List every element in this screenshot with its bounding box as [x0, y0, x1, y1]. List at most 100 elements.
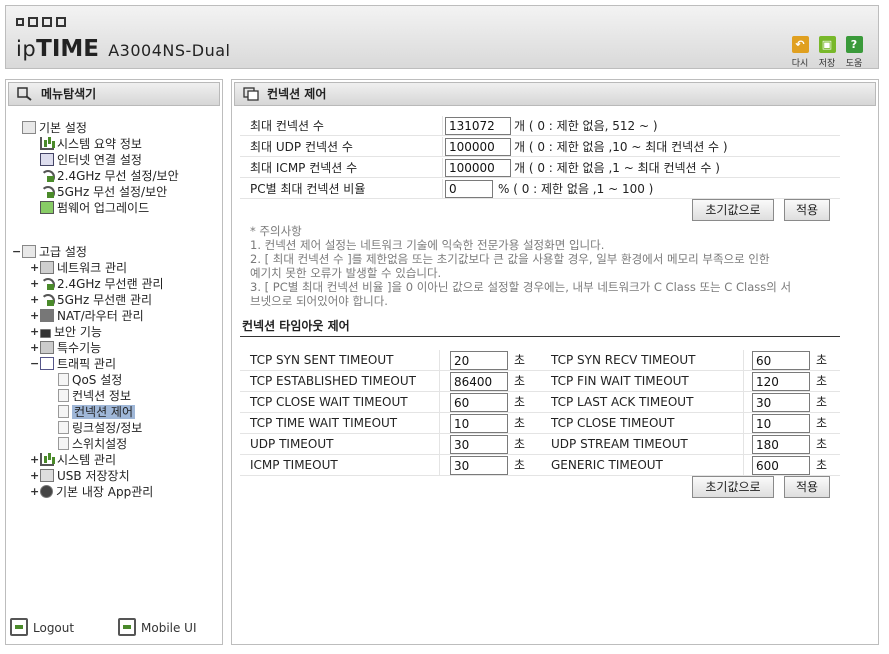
- save-icon: ▣: [818, 36, 836, 53]
- help-button[interactable]: ? 도움: [842, 36, 866, 69]
- sidebar-item-conn-control[interactable]: 컨넥션 제어: [58, 404, 136, 420]
- redo-icon: ↶: [791, 36, 809, 53]
- sidebar-item-network[interactable]: + 네트워크 관리: [30, 260, 127, 276]
- timeout-label: GENERIC TIMEOUT: [551, 458, 663, 472]
- tcp-syn-sent-input[interactable]: [450, 351, 508, 370]
- sidebar-item-system-summary[interactable]: 시스템 요약 정보: [40, 136, 142, 152]
- timeout-label: ICMP TIMEOUT: [250, 458, 338, 472]
- expand-icon[interactable]: +: [30, 260, 40, 276]
- sidebar-item-qos[interactable]: QoS 설정: [58, 372, 122, 388]
- unit-label: 초: [816, 395, 828, 409]
- computer-icon: [40, 153, 54, 166]
- logout-button[interactable]: Logout: [10, 618, 74, 638]
- usb-icon: [40, 469, 54, 482]
- timeout-row: TCP ESTABLISHED TIMEOUT 초 TCP FIN WAIT T…: [240, 371, 840, 392]
- udp-stream-input[interactable]: [752, 435, 810, 454]
- note-line: 3. [ PC별 최대 컨넥션 비율 ]을 0 이아닌 값으로 설정할 경우에는…: [250, 280, 792, 294]
- timeout-label: TCP CLOSE TIMEOUT: [551, 416, 675, 430]
- tcp-established-input[interactable]: [450, 372, 508, 391]
- timeout-label: TCP ESTABLISHED TIMEOUT: [250, 374, 416, 388]
- logo-mark: [16, 16, 76, 28]
- expand-icon[interactable]: +: [30, 292, 40, 308]
- tcp-last-ack-input[interactable]: [752, 393, 810, 412]
- sidebar-item-security[interactable]: + 보안 기능: [30, 324, 102, 340]
- limit-row: 최대 컨넥션 수 개 ( 0 : 제한 없음, 512 ~ ): [240, 116, 840, 136]
- save-button[interactable]: ▣ 저장: [815, 36, 839, 69]
- max-udp-connections-input[interactable]: [445, 138, 511, 156]
- limit-row: 최대 UDP 컨넥션 수 개 ( 0 : 제한 없음 ,10 ~ 최대 컨넥션 …: [240, 137, 840, 157]
- timeout-reset-button[interactable]: 초기값으로: [692, 476, 774, 498]
- sidebar-item-special[interactable]: + 특수기능: [30, 340, 101, 356]
- expand-icon[interactable]: +: [30, 468, 40, 484]
- wifi-icon: [40, 277, 55, 292]
- note-line: 예기치 못한 오류가 발생할 수 있습니다.: [250, 266, 442, 280]
- expand-icon[interactable]: +: [30, 452, 40, 468]
- timeout-label: TCP CLOSE WAIT TIMEOUT: [250, 395, 408, 409]
- unit-label: 초: [514, 374, 526, 388]
- traffic-icon: [40, 357, 54, 370]
- expand-icon[interactable]: +: [30, 308, 40, 324]
- timeout-row: TCP TIME WAIT TIMEOUT 초 TCP CLOSE TIMEOU…: [240, 413, 840, 434]
- udp-timeout-input[interactable]: [450, 435, 508, 454]
- page-icon: [58, 389, 69, 402]
- limit-row: PC별 최대 컨넥션 비율 % ( 0 : 제한 없음 ,1 ~ 100 ): [240, 179, 840, 199]
- collapse-icon[interactable]: −: [12, 244, 22, 260]
- timeout-label: UDP STREAM TIMEOUT: [551, 437, 688, 451]
- sidebar-item-wifi-5[interactable]: 5GHz 무선 설정/보안: [40, 184, 167, 200]
- sidebar-item-wlan-5[interactable]: +5GHz 무선랜 관리: [30, 292, 152, 308]
- note-line: 브넷으로 되어있어야 합니다.: [250, 294, 388, 308]
- sidebar-item-system[interactable]: + 시스템 관리: [30, 452, 116, 468]
- sidebar-item-traffic[interactable]: − 트래픽 관리: [30, 356, 116, 372]
- expand-icon[interactable]: +: [30, 484, 40, 500]
- generic-timeout-input[interactable]: [752, 456, 810, 475]
- timeout-section-title: 컨넥션 타임아웃 제어: [240, 317, 840, 337]
- magnifier-icon: [17, 87, 32, 101]
- tree-group-advanced[interactable]: − 고급 설정: [12, 244, 87, 260]
- window-icon: [243, 87, 259, 101]
- sidebar-item-conn-info[interactable]: 컨넥션 정보: [58, 388, 131, 404]
- sidebar-item-apps[interactable]: + 기본 내장 App관리: [30, 484, 153, 500]
- tcp-fin-wait-input[interactable]: [752, 372, 810, 391]
- sidebar-item-switch[interactable]: 스위치설정: [58, 436, 127, 452]
- collapse-icon[interactable]: −: [30, 356, 40, 372]
- expand-icon[interactable]: +: [30, 340, 40, 356]
- sidebar-item-wifi-24[interactable]: 2.4GHz 무선 설정/보안: [40, 168, 179, 184]
- unit-label: 초: [514, 458, 526, 472]
- chart-icon: [40, 137, 54, 150]
- apply-button[interactable]: 적용: [784, 199, 830, 221]
- tree-group-basic[interactable]: 기본 설정: [22, 120, 87, 136]
- timeout-apply-button[interactable]: 적용: [784, 476, 830, 498]
- sidebar-item-internet[interactable]: 인터넷 연결 설정: [40, 152, 142, 168]
- unit-label: 초: [816, 416, 828, 430]
- unit-label: 초: [514, 437, 526, 451]
- tcp-time-wait-input[interactable]: [450, 414, 508, 433]
- limit-label: 최대 컨넥션 수: [250, 119, 324, 133]
- limit-hint: 개 ( 0 : 제한 없음 ,10 ~ 최대 컨넥션 수 ): [514, 140, 728, 154]
- max-connections-input[interactable]: [445, 117, 511, 135]
- tcp-syn-recv-input[interactable]: [752, 351, 810, 370]
- mobile-ui-button[interactable]: Mobile UI: [118, 618, 197, 638]
- sidebar-item-wlan-24[interactable]: +2.4GHz 무선랜 관리: [30, 276, 164, 292]
- max-icmp-connections-input[interactable]: [445, 159, 511, 177]
- sidebar-item-link[interactable]: 링크설정/정보: [58, 420, 142, 436]
- page-icon: [58, 421, 69, 434]
- expand-icon[interactable]: +: [30, 276, 40, 292]
- redo-button[interactable]: ↶ 다시: [788, 36, 812, 69]
- reset-button[interactable]: 초기값으로: [692, 199, 774, 221]
- sidebar-item-usb[interactable]: + USB 저장장치: [30, 468, 130, 484]
- tcp-close-wait-input[interactable]: [450, 393, 508, 412]
- pc-connection-ratio-input[interactable]: [445, 180, 493, 198]
- icmp-timeout-input[interactable]: [450, 456, 508, 475]
- tcp-close-input[interactable]: [752, 414, 810, 433]
- unit-label: 초: [514, 353, 526, 367]
- timeout-label: TCP LAST ACK TIMEOUT: [551, 395, 694, 409]
- unit-label: 초: [816, 458, 828, 472]
- menu-explorer-title: 메뉴탐색기: [8, 82, 220, 106]
- timeout-row: TCP SYN SENT TIMEOUT 초 TCP SYN RECV TIME…: [240, 350, 840, 371]
- note-line: 1. 컨넥션 제어 설정는 네트워크 기술에 익숙한 전문가용 설정화면 입니다…: [250, 238, 605, 252]
- timeout-label: TCP FIN WAIT TIMEOUT: [551, 374, 689, 388]
- expand-icon[interactable]: +: [30, 324, 40, 340]
- sidebar-item-firmware[interactable]: 펌웨어 업그레이드: [40, 200, 149, 216]
- app-icon: [40, 485, 53, 498]
- sidebar-item-nat[interactable]: + NAT/라우터 관리: [30, 308, 144, 324]
